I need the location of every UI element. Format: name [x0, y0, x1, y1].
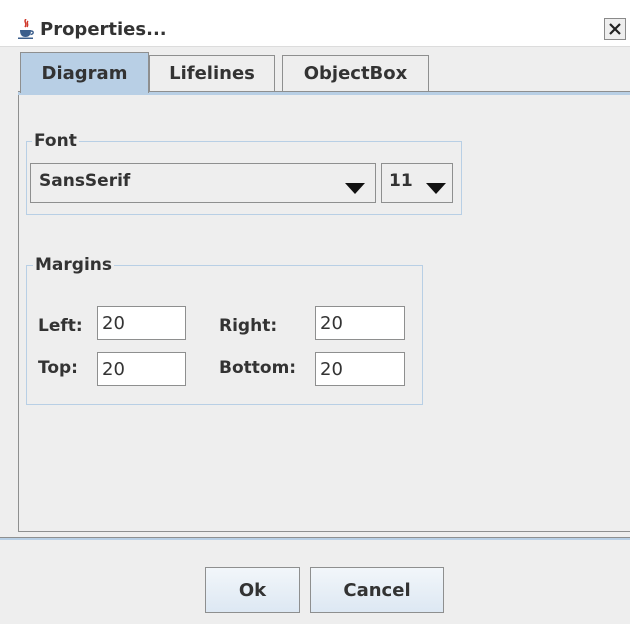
chevron-down-icon: [345, 179, 365, 199]
tab-label: Lifelines: [169, 63, 255, 84]
java-cup-icon: [18, 18, 34, 39]
tab-label: ObjectBox: [303, 63, 408, 84]
ok-button[interactable]: Ok: [205, 567, 300, 613]
top-margin-field[interactable]: 20: [97, 352, 186, 386]
top-label: Top:: [38, 358, 78, 378]
left-label: Left:: [38, 316, 83, 336]
tab-diagram[interactable]: Diagram: [20, 52, 149, 93]
font-size-value: 11: [389, 171, 413, 191]
cancel-button-label: Cancel: [343, 579, 411, 601]
cancel-button[interactable]: Cancel: [310, 567, 444, 613]
window-title: Properties...: [40, 19, 167, 40]
font-size-combo[interactable]: 11: [381, 163, 453, 203]
font-group-title: Font: [32, 131, 79, 151]
tab-lifelines[interactable]: Lifelines: [149, 55, 275, 91]
close-icon: [609, 23, 621, 35]
tab-label: Diagram: [41, 62, 128, 84]
right-label: Right:: [219, 316, 278, 336]
margins-group-title: Margins: [33, 255, 114, 275]
button-bar-divider: [0, 537, 630, 540]
tab-objectbox[interactable]: ObjectBox: [282, 55, 429, 91]
title-bar: Properties...: [0, 0, 630, 47]
right-margin-field[interactable]: 20: [315, 306, 405, 340]
font-family-value: SansSerif: [39, 171, 131, 191]
font-family-combo[interactable]: SansSerif: [30, 163, 376, 203]
bottom-margin-field[interactable]: 20: [315, 352, 405, 386]
close-button[interactable]: [604, 18, 626, 40]
chevron-down-icon: [426, 179, 446, 199]
ok-button-label: Ok: [238, 579, 267, 601]
bottom-label: Bottom:: [219, 358, 297, 378]
left-margin-field[interactable]: 20: [97, 306, 186, 340]
